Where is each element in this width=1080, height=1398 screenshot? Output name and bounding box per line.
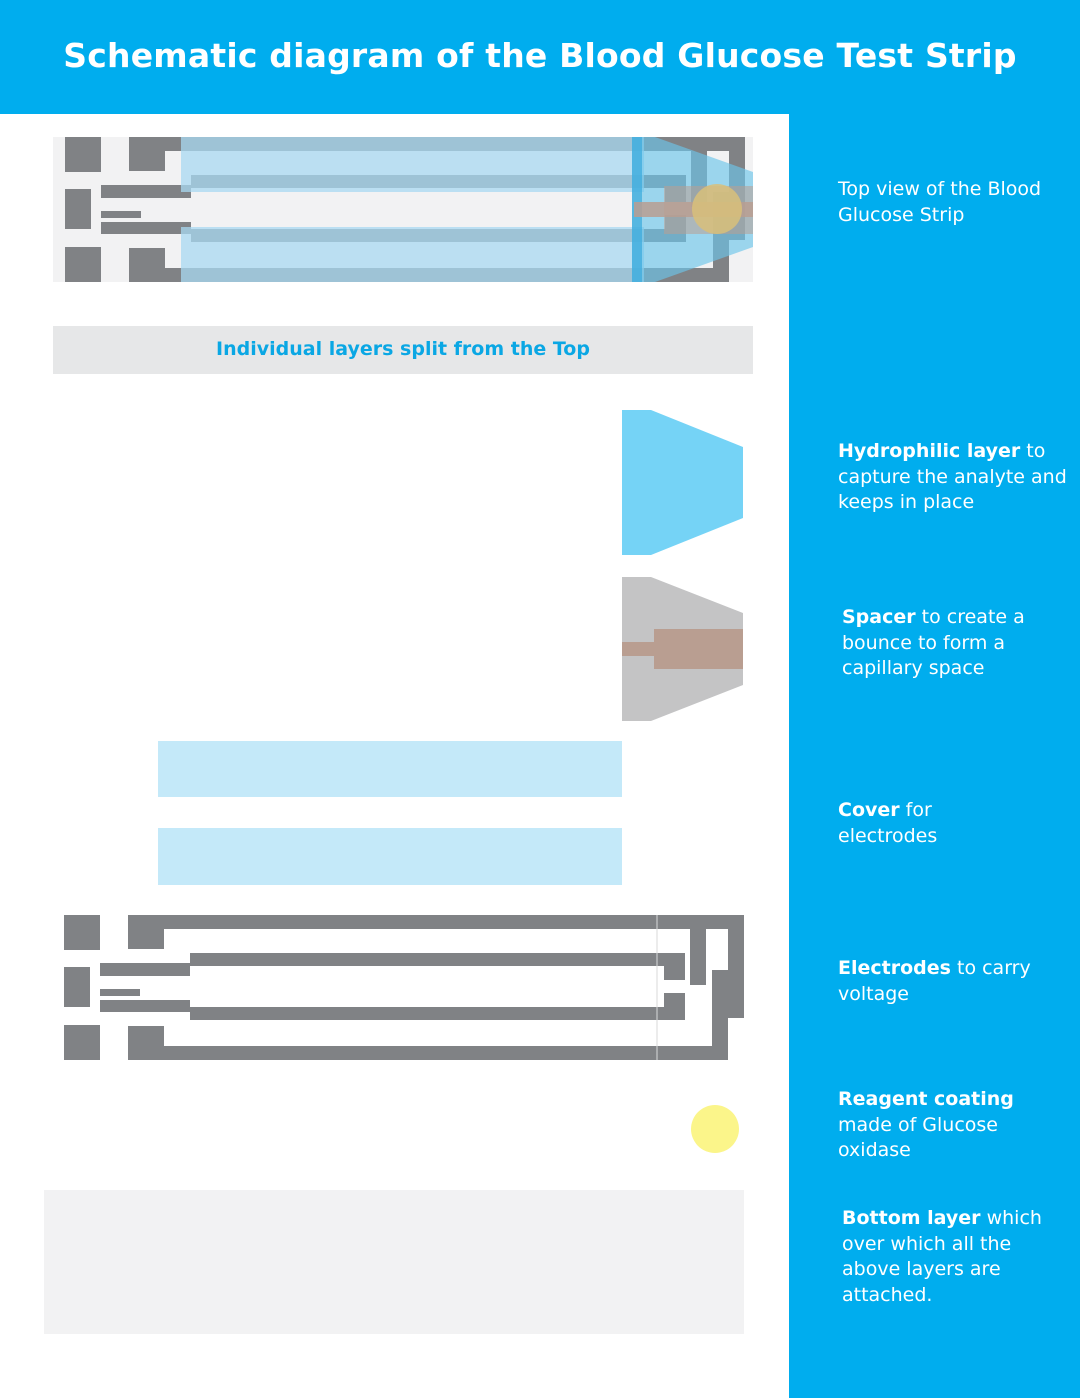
- top-view-cover-upper: [181, 137, 644, 192]
- strip-diagram: [44, 137, 753, 1334]
- electrode-layer: [64, 915, 744, 1060]
- desc-hydrophilic-layer: Hydrophilic layer to capture the analyte…: [838, 440, 1067, 513]
- cover-layer-upper: [158, 741, 622, 797]
- desc-reagent-coating: Reagent coating made of Glucose oxidase: [838, 1088, 1014, 1161]
- spacer-layer: [622, 577, 743, 721]
- reagent-coating-dot: [691, 1105, 739, 1153]
- cover-layer-lower: [158, 828, 622, 885]
- desc-cover: Cover for electrodes: [838, 799, 938, 847]
- desc-spacer: Spacer to create a bounce to form a capi…: [842, 606, 1025, 679]
- spacer-chamber: [654, 629, 743, 669]
- desc-bottom-layer: Bottom layer which over which all the ab…: [842, 1207, 1042, 1306]
- hydrophilic-layer: [622, 410, 743, 555]
- top-view-reagent-coating: [692, 184, 742, 234]
- top-view-strip: [53, 137, 753, 282]
- desc-top-view: Top view of the Blood Glucose Strip: [838, 178, 1042, 226]
- top-view-cover-lower: [181, 227, 644, 282]
- desc-electrodes: Electrodes to carry voltage: [838, 957, 1031, 1005]
- bottom-layer: [44, 1190, 744, 1334]
